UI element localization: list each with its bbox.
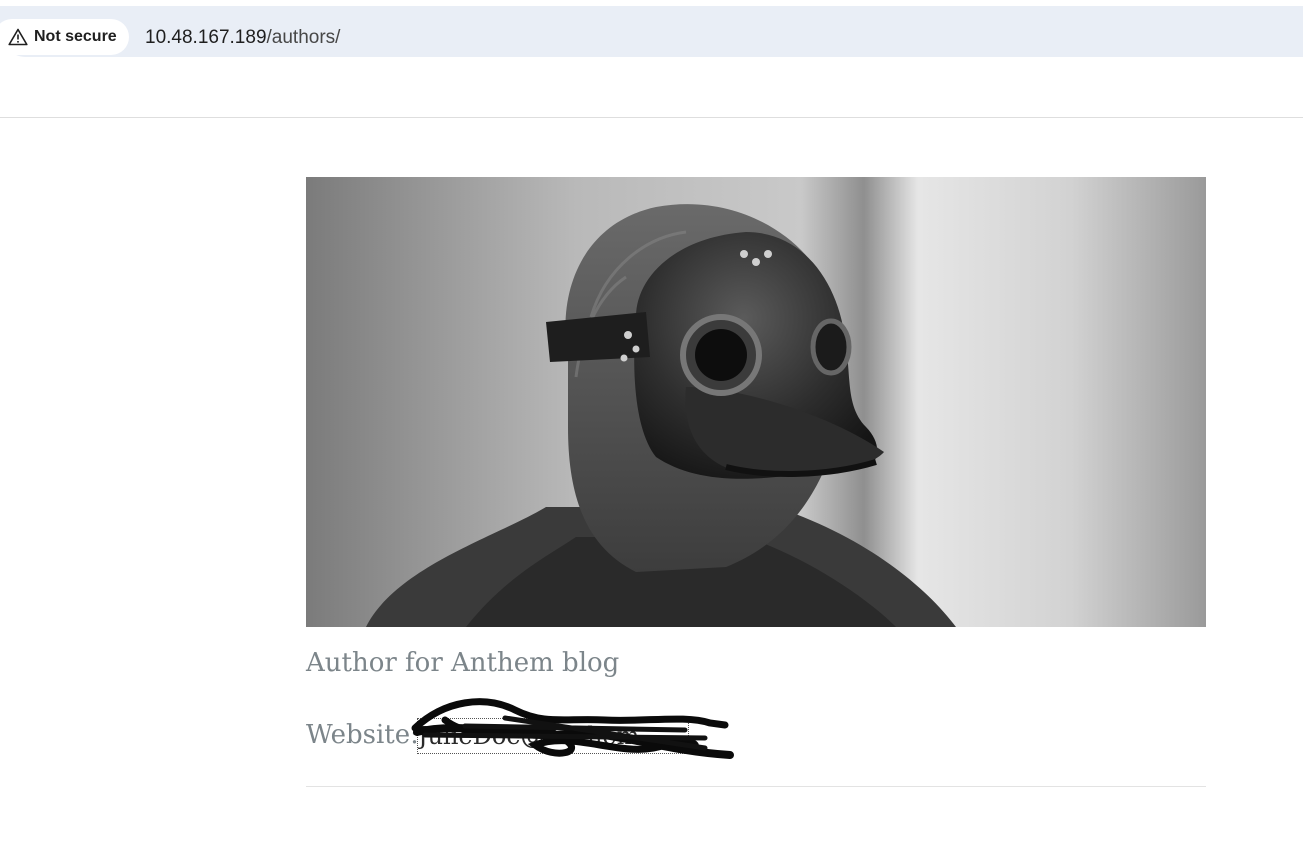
author-photo bbox=[306, 177, 1206, 627]
warning-triangle-icon bbox=[8, 28, 28, 46]
header-divider bbox=[0, 117, 1303, 118]
address-bar[interactable]: Not secure 10.48.167.189/authors/ bbox=[0, 6, 1303, 57]
security-label: Not secure bbox=[34, 28, 117, 45]
site-info-chip[interactable]: Not secure bbox=[0, 19, 129, 55]
sticky-header-area bbox=[0, 65, 1303, 117]
url-path: /authors/ bbox=[266, 27, 341, 48]
browser-toolbar: Not secure 10.48.167.189/authors/ bbox=[0, 0, 1303, 64]
url-host: 10.48.167.189 bbox=[145, 27, 267, 48]
redaction-scribble bbox=[411, 698, 734, 759]
plague-mask-figure-image bbox=[306, 177, 1206, 627]
website-label: Website: bbox=[306, 720, 419, 750]
url-text[interactable]: 10.48.167.189/authors/ bbox=[145, 26, 340, 50]
author-bio: Author for Anthem blog bbox=[306, 648, 620, 678]
content-divider bbox=[306, 786, 1206, 787]
